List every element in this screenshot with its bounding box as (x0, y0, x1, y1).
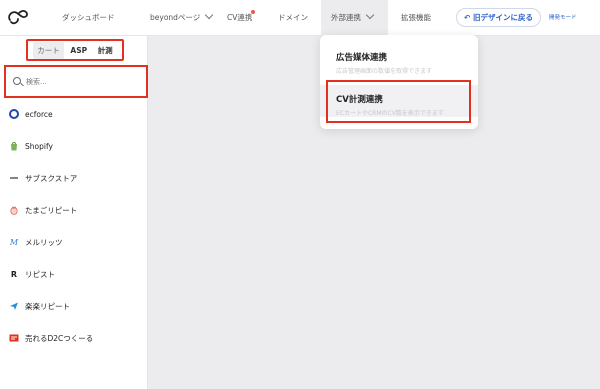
list-item-ureru-d2c[interactable]: 売れるD2Cつくーる (0, 325, 148, 351)
merritz-icon: M (9, 237, 19, 247)
nav-extensions[interactable]: 拡張機能 (401, 0, 431, 36)
back-to-old-design-button[interactable]: ↶ 旧デザインに戻る (456, 8, 541, 27)
return-arrow-icon: ↶ (464, 13, 471, 22)
ureru-d2c-icon (9, 333, 19, 343)
ripist-icon: R (10, 269, 18, 279)
search-icon (13, 77, 21, 85)
list-item-ripist[interactable]: R リピスト (0, 261, 148, 287)
list-item-subscstore[interactable]: サブスクストア (0, 165, 148, 191)
tab-cart[interactable]: カート (33, 41, 64, 59)
menu-item-ad-media-integration[interactable]: 広告媒体連携 広告管理画面の数値を取得できます (320, 47, 478, 77)
highlight-annotation (326, 80, 471, 123)
list-item-merritz[interactable]: M メルリッツ (0, 229, 148, 255)
nav-beyond-page[interactable]: beyondページ (150, 0, 214, 36)
chevron-down-icon (365, 10, 375, 20)
nav-external-integration[interactable]: 外部連携 (321, 0, 388, 36)
category-tabs: カート ASP 計測 (26, 39, 124, 61)
notification-dot (251, 10, 255, 14)
dev-mode-link[interactable]: 開発モード (549, 13, 577, 21)
search-input[interactable] (26, 75, 141, 89)
subscstore-icon (9, 173, 19, 183)
ecforce-icon (9, 109, 19, 119)
list-item-shopify[interactable]: Shopify (0, 133, 148, 159)
top-nav-bar: ダッシュボード beyondページ CV連携 ドメイン 外部連携 拡張機能 ↶ 旧… (0, 0, 600, 36)
nav-domain[interactable]: ドメイン (278, 0, 308, 36)
tab-asp[interactable]: ASP (66, 43, 91, 58)
nav-dashboard[interactable]: ダッシュボード (62, 0, 115, 36)
chevron-down-icon (205, 10, 214, 20)
integration-sidebar: カート ASP 計測 ecforce Shopify サブスクストア たまごリピ… (0, 36, 148, 389)
tamago-repeat-icon (9, 205, 19, 215)
app-logo-icon[interactable] (6, 7, 30, 27)
list-item-ecforce[interactable]: ecforce (0, 101, 148, 127)
search-box (4, 65, 148, 98)
list-item-tamago-repeat[interactable]: たまごリピート (0, 197, 148, 223)
rakuraku-repeat-icon (9, 301, 19, 311)
tab-measurement[interactable]: 計測 (94, 42, 117, 59)
shopify-icon (9, 141, 19, 151)
nav-cv-integration[interactable]: CV連携 (227, 0, 255, 36)
list-item-rakuraku-repeat[interactable]: 楽楽リピート (0, 293, 148, 319)
